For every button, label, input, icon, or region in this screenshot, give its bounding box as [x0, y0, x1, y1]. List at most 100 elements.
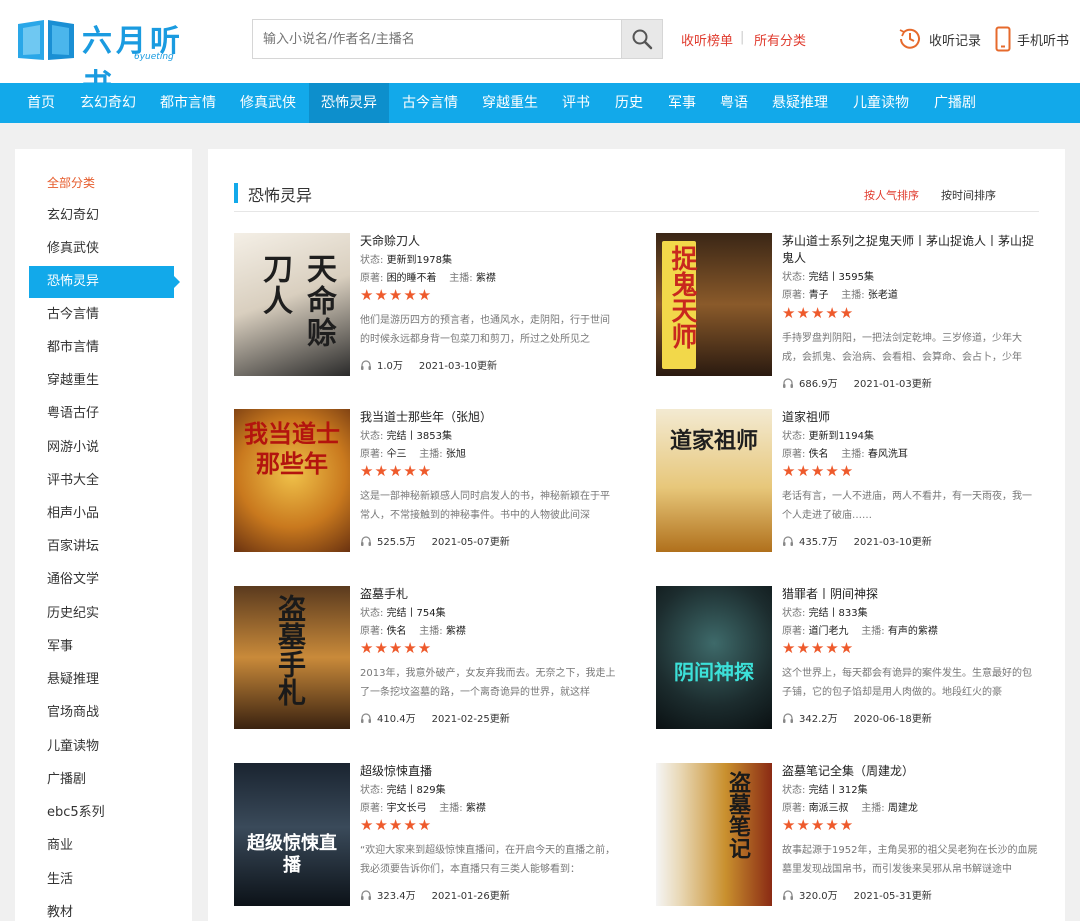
book-status: 状态: 完结丨3853集: [360, 427, 452, 442]
nav-item-military[interactable]: 军事: [656, 83, 708, 123]
book-cover[interactable]: 道家祖师: [656, 409, 772, 552]
cover-title: 阴间神探: [674, 660, 754, 684]
sort-by-popularity[interactable]: 按人气排序: [864, 187, 919, 203]
sidebar-item[interactable]: 军事: [29, 631, 174, 663]
book-description: 老话有言，一人不进庙，两人不看井，有一天雨夜，我一个人走进了破庙……: [782, 491, 1032, 521]
status-label: 状态:: [360, 431, 384, 442]
history-button[interactable]: 收听记录: [897, 26, 981, 52]
nav-item-radio-drama[interactable]: 广播剧: [922, 83, 988, 123]
rank-link[interactable]: 收听榜单: [681, 30, 733, 49]
anchor-value: 张旭: [445, 449, 466, 460]
nav-item-storytelling[interactable]: 评书: [550, 83, 602, 123]
sidebar-item[interactable]: 评书大全: [29, 465, 174, 497]
sidebar-item[interactable]: 悬疑推理: [29, 664, 174, 696]
sidebar-item[interactable]: 官场商战: [29, 697, 174, 729]
sidebar-item[interactable]: 百家讲坛: [29, 531, 174, 563]
sidebar-item[interactable]: 相声小品: [29, 498, 174, 530]
sidebar-item[interactable]: 古今言情: [29, 299, 174, 331]
sort-by-time[interactable]: 按时间排序: [941, 187, 996, 203]
nav-item-ancient-romance[interactable]: 古今言情: [390, 83, 470, 123]
nav-item-mystery[interactable]: 悬疑推理: [760, 83, 840, 123]
book-meta: 410.4万 2021-02-25更新: [360, 710, 510, 725]
book-cover[interactable]: 盗墓手札: [234, 586, 350, 729]
anchor-label: 主播:: [841, 449, 865, 460]
book-title[interactable]: 盗墓笔记全集（周建龙）: [782, 763, 1044, 780]
sidebar-item[interactable]: 广播剧: [29, 764, 174, 796]
anchor-value: 有声的紫襟: [887, 626, 938, 637]
nav-item-urban-romance[interactable]: 都市言情: [148, 83, 228, 123]
nav-item-home[interactable]: 首页: [14, 83, 68, 123]
sidebar-item[interactable]: 修真武侠: [29, 233, 174, 265]
anchor-value: 春风洗耳: [867, 449, 908, 460]
book-credits: 原著: 仐三 主播: 张旭: [360, 445, 466, 460]
sidebar-item[interactable]: 商业: [29, 830, 174, 862]
book-card[interactable]: 我当道士那些年 我当道士那些年（张旭） 状态: 完结丨3853集 原著: 仐三 …: [234, 409, 634, 559]
mobile-button[interactable]: 手机听书: [995, 26, 1069, 52]
play-count: 525.5万: [377, 537, 416, 548]
book-card[interactable]: 阴间神探 猎罪者丨阴间神探 状态: 完结丨833集 原著: 道门老九 主播: 有…: [656, 586, 1056, 736]
search-button[interactable]: [621, 19, 663, 59]
sidebar-item[interactable]: 网游小说: [29, 432, 174, 464]
nav-item-time-travel[interactable]: 穿越重生: [470, 83, 550, 123]
book-card[interactable]: 天命赊刀人 天命赊刀人 状态: 更新到1978集 原著: 困的睡不着 主播: 紫…: [234, 233, 634, 383]
anchor-label: 主播:: [861, 626, 885, 637]
anchor-label: 主播:: [449, 273, 473, 284]
book-title[interactable]: 猎罪者丨阴间神探: [782, 586, 1044, 603]
update-date: 2021-05-31更新: [853, 891, 932, 902]
sidebar-item[interactable]: 生活: [29, 864, 174, 896]
book-cover[interactable]: 捉鬼天师: [656, 233, 772, 376]
sidebar-title[interactable]: 全部分类: [47, 174, 95, 191]
book-card[interactable]: 盗墓手札 盗墓手札 状态: 完结丨754集 原著: 佚名 主播: 紫襟 ★★★★…: [234, 586, 634, 736]
sidebar-item[interactable]: 教材: [29, 897, 174, 921]
nav-item-history[interactable]: 历史: [602, 83, 656, 123]
author-value: 南派三叔: [808, 803, 849, 814]
book-title[interactable]: 天命赊刀人: [360, 233, 622, 250]
sidebar-item[interactable]: ebc5系列: [29, 797, 174, 829]
book-card[interactable]: 盗墓笔记 盗墓笔记全集（周建龙） 状态: 完结丨312集 原著: 南派三叔 主播…: [656, 763, 1056, 913]
headphones-icon: [361, 889, 371, 900]
headphones-icon: [783, 889, 793, 900]
sidebar-item[interactable]: 儿童读物: [29, 731, 174, 763]
book-cover[interactable]: 盗墓笔记: [656, 763, 772, 906]
sidebar-item[interactable]: 都市言情: [29, 332, 174, 364]
site-logo[interactable]: 六月听书 6yueting: [16, 14, 206, 103]
sidebar-item[interactable]: 穿越重生: [29, 365, 174, 397]
nav-item-wuxia[interactable]: 修真武侠: [228, 83, 308, 123]
nav-item-horror[interactable]: 恐怖灵异: [309, 83, 389, 123]
book-cover[interactable]: 天命赊刀人: [234, 233, 350, 376]
nav-item-cantonese[interactable]: 粤语: [708, 83, 760, 123]
all-categories-link[interactable]: 所有分类: [754, 30, 806, 49]
book-title[interactable]: 盗墓手札: [360, 586, 622, 603]
sidebar-item[interactable]: 历史纪实: [29, 598, 174, 630]
book-cover[interactable]: 阴间神探: [656, 586, 772, 729]
book-credits: 原著: 宇文长弓 主播: 紫襟: [360, 799, 486, 814]
book-description: 2013年，我意外破产，女友弃我而去。无奈之下，我走上了一条挖坟盗墓的路，一个离…: [360, 668, 616, 698]
book-cover[interactable]: 超级惊悚直播: [234, 763, 350, 906]
book-title[interactable]: 茅山道士系列之捉鬼天师丨茅山捉诡人丨茅山捉鬼人: [782, 233, 1044, 267]
sidebar-item-active[interactable]: 恐怖灵异: [29, 266, 180, 298]
book-card[interactable]: 捉鬼天师 茅山道士系列之捉鬼天师丨茅山捉诡人丨茅山捉鬼人 状态: 完结丨3595…: [656, 233, 1056, 390]
status-label: 状态:: [782, 431, 806, 442]
book-title[interactable]: 我当道士那些年（张旭）: [360, 409, 622, 426]
anchor-value: 紫襟: [465, 803, 486, 814]
nav-item-children[interactable]: 儿童读物: [840, 83, 922, 123]
sidebar-item[interactable]: 玄幻奇幻: [29, 200, 174, 232]
author-label: 原著:: [360, 626, 384, 637]
sidebar-item[interactable]: 粤语古仔: [29, 398, 174, 430]
title-divider: [234, 211, 1039, 212]
author-value: 青子: [808, 290, 829, 301]
author-label: 原著:: [782, 449, 806, 460]
rating-stars: ★★★★★: [360, 286, 433, 304]
sidebar-item[interactable]: 通俗文学: [29, 564, 174, 596]
book-card[interactable]: 超级惊悚直播 超级惊悚直播 状态: 完结丨829集 原著: 宇文长弓 主播: 紫…: [234, 763, 634, 913]
clock-icon: [899, 28, 920, 49]
book-cover[interactable]: 我当道士那些年: [234, 409, 350, 552]
nav-item-fantasy[interactable]: 玄幻奇幻: [68, 83, 148, 123]
search-input[interactable]: [252, 19, 622, 59]
book-title[interactable]: 道家祖师: [782, 409, 1044, 426]
rating-stars: ★★★★★: [782, 462, 855, 480]
book-title[interactable]: 超级惊悚直播: [360, 763, 622, 780]
update-date: 2021-01-26更新: [431, 891, 510, 902]
status-value: 完结丨833集: [808, 608, 868, 619]
book-card[interactable]: 道家祖师 道家祖师 状态: 更新到1194集 原著: 佚名 主播: 春风洗耳 ★…: [656, 409, 1056, 559]
